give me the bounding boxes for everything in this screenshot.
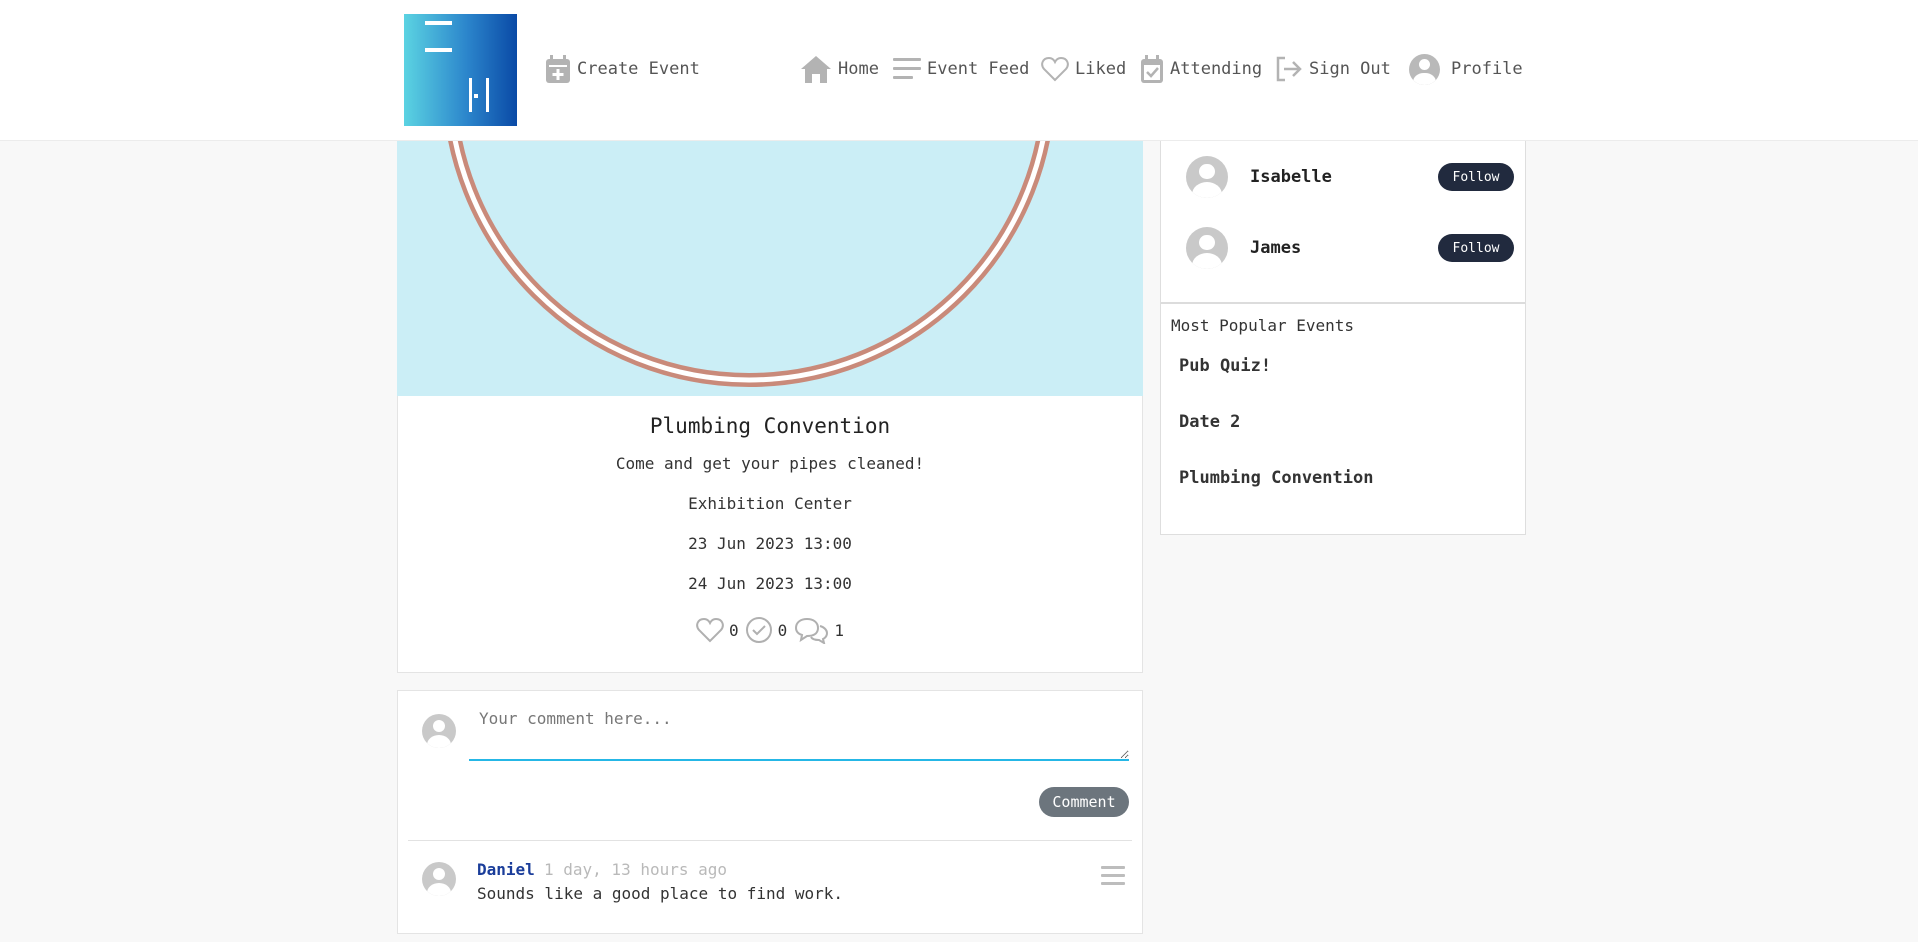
event-description: Come and get your pipes cleaned! <box>615 454 925 473</box>
popular-event-item[interactable]: Plumbing Convention <box>1179 468 1373 488</box>
popular-event-item[interactable]: Pub Quiz! <box>1179 356 1271 376</box>
comment-menu-icon[interactable] <box>1101 866 1125 888</box>
current-user-avatar <box>422 714 456 748</box>
list-icon <box>893 58 921 79</box>
comment-input[interactable] <box>469 701 1129 761</box>
comment-author-avatar <box>422 862 456 896</box>
popular-events-title: Most Popular Events <box>1171 316 1355 335</box>
follow-button[interactable]: Follow <box>1438 163 1514 191</box>
nav-sign-out[interactable]: Sign Out <box>1275 52 1391 86</box>
calendar-check-icon <box>1141 55 1163 83</box>
event-end-date: 24 Jun 2023 13:00 <box>688 574 852 593</box>
comment-count: 1 <box>834 620 844 640</box>
comments-icon <box>795 617 829 644</box>
follow-row: Isabelle Follow <box>1161 154 1525 200</box>
nav-profile[interactable]: Profile <box>1409 52 1523 86</box>
event-image <box>397 140 1143 396</box>
attend-button[interactable]: 0 <box>745 616 788 644</box>
follow-button[interactable]: Follow <box>1438 234 1514 262</box>
nav-home-label: Home <box>838 59 879 79</box>
calendar-plus-icon <box>546 55 570 83</box>
nav-create-event-label: Create Event <box>577 59 700 79</box>
comments-button[interactable]: 1 <box>793 616 844 644</box>
nav-event-feed[interactable]: Event Feed <box>893 52 1029 86</box>
event-start-date: 23 Jun 2023 13:00 <box>688 534 852 553</box>
profile-avatar-icon <box>1409 53 1440 85</box>
navbar: Create Event Home Event Feed Liked Atten… <box>0 0 1918 141</box>
attending-count: 0 <box>777 620 788 640</box>
popular-events: Most Popular Events Pub Quiz! Date 2 Plu… <box>1160 304 1526 535</box>
comment-text: Sounds like a good place to find work. <box>477 884 844 903</box>
event-title: Plumbing Convention <box>649 414 891 438</box>
heart-icon <box>1041 56 1069 82</box>
suggested-users: Isabelle Follow James Follow <box>1160 140 1526 304</box>
user-avatar <box>1186 156 1228 198</box>
heart-icon <box>696 617 724 643</box>
nav-attending[interactable]: Attending <box>1140 52 1262 86</box>
user-name[interactable]: James <box>1250 238 1301 258</box>
nav-event-feed-label: Event Feed <box>927 59 1030 79</box>
comment-section: Comment Daniel 1 day, 13 hours ago Sound… <box>397 690 1143 934</box>
like-count: 0 <box>729 620 739 640</box>
home-icon <box>801 56 831 83</box>
nav-create-event[interactable]: Create Event <box>545 52 700 86</box>
like-button[interactable]: 0 <box>696 617 739 643</box>
sign-out-icon <box>1276 56 1302 82</box>
nav-liked-label: Liked <box>1075 59 1127 79</box>
nav-home[interactable]: Home <box>800 52 879 86</box>
comment-author[interactable]: Daniel <box>477 860 535 879</box>
event-stats: 0 0 1 <box>398 616 1142 644</box>
event-location: Exhibition Center <box>688 494 852 513</box>
nav-liked[interactable]: Liked <box>1041 52 1126 86</box>
logo[interactable] <box>404 14 517 126</box>
check-circle-icon <box>745 617 772 643</box>
nav-attending-label: Attending <box>1170 59 1263 79</box>
nav-sign-out-label: Sign Out <box>1309 59 1391 79</box>
user-avatar <box>1186 227 1228 269</box>
popular-event-item[interactable]: Date 2 <box>1179 412 1240 432</box>
user-name[interactable]: Isabelle <box>1250 167 1332 187</box>
comment-timestamp: 1 day, 13 hours ago <box>544 860 728 879</box>
event-card: Plumbing Convention Come and get your pi… <box>397 396 1143 673</box>
divider <box>408 840 1132 841</box>
follow-row: James Follow <box>1161 225 1525 271</box>
nav-profile-label: Profile <box>1451 59 1523 79</box>
comment-submit-button[interactable]: Comment <box>1039 787 1129 817</box>
